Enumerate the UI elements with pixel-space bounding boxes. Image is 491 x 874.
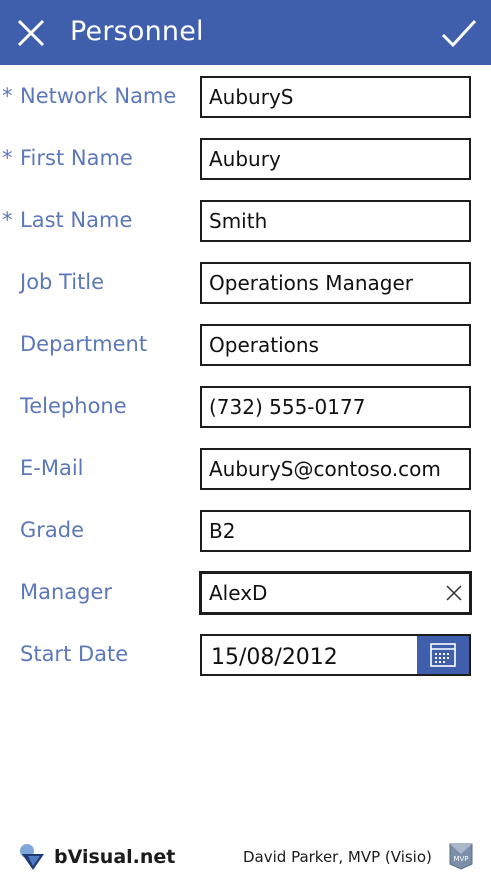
job-title-field (200, 262, 471, 304)
mvp-badge-icon: MVP (449, 843, 473, 870)
mvp-badge-text: MVP (453, 855, 468, 863)
department-field (200, 324, 471, 366)
checkmark-icon (441, 19, 477, 48)
network-name-label: * Network Name (2, 81, 176, 111)
start-date-picker[interactable]: 15/08/2012 (200, 634, 471, 676)
form-row-last-name: * Last Name (0, 200, 491, 242)
submit-button[interactable] (440, 14, 478, 52)
calendar-icon (430, 643, 456, 667)
footer-brand: bVisual.net (54, 846, 176, 868)
clear-manager-button[interactable] (445, 584, 463, 602)
manager-input[interactable] (202, 574, 441, 612)
manager-label: Manager (20, 580, 113, 604)
required-marker: * (2, 84, 13, 108)
form-row-department: Department (0, 324, 491, 366)
form-row-email: E-Mail (0, 448, 491, 490)
required-marker: * (2, 146, 13, 170)
first-name-label: * First Name (2, 143, 133, 173)
header-bar: Personnel (0, 0, 491, 65)
email-field (200, 448, 471, 490)
calendar-button[interactable] (417, 636, 469, 674)
last-name-field (200, 200, 471, 242)
job-title-label: Job Title (20, 270, 105, 294)
first-name-field (200, 138, 471, 180)
manager-field (199, 571, 472, 615)
grade-field (200, 510, 471, 552)
network-name-field (200, 76, 471, 118)
network-name-input[interactable] (202, 78, 464, 116)
form-row-start-date: Start Date 15/08/2012 (0, 634, 491, 676)
telephone-field (200, 386, 471, 428)
grade-label: Grade (20, 518, 85, 542)
job-title-input[interactable] (202, 264, 464, 302)
telephone-label: Telephone (20, 394, 127, 418)
start-date-label: Start Date (20, 642, 129, 666)
footer-author: David Parker, MVP (Visio) (243, 848, 432, 866)
form-row-grade: Grade (0, 510, 491, 552)
form-row-telephone: Telephone (0, 386, 491, 428)
page-title: Personnel (70, 16, 204, 47)
telephone-input[interactable] (202, 388, 464, 426)
last-name-label: * Last Name (2, 205, 132, 235)
bvisual-logo-icon (20, 844, 44, 870)
form-row-first-name: * First Name (0, 138, 491, 180)
form-row-manager: Manager (0, 571, 491, 615)
email-label: E-Mail (20, 456, 84, 480)
email-input[interactable] (202, 450, 464, 488)
close-button[interactable] (14, 16, 48, 50)
department-label: Department (20, 332, 148, 356)
required-marker: * (2, 208, 13, 232)
last-name-input[interactable] (202, 202, 464, 240)
department-input[interactable] (202, 326, 464, 364)
first-name-input[interactable] (202, 140, 464, 178)
close-icon (17, 19, 45, 47)
grade-input[interactable] (202, 512, 464, 550)
form-row-job-title: Job Title (0, 262, 491, 304)
start-date-value: 15/08/2012 (211, 645, 338, 670)
form-row-network-name: * Network Name (0, 76, 491, 118)
clear-icon (446, 585, 462, 601)
